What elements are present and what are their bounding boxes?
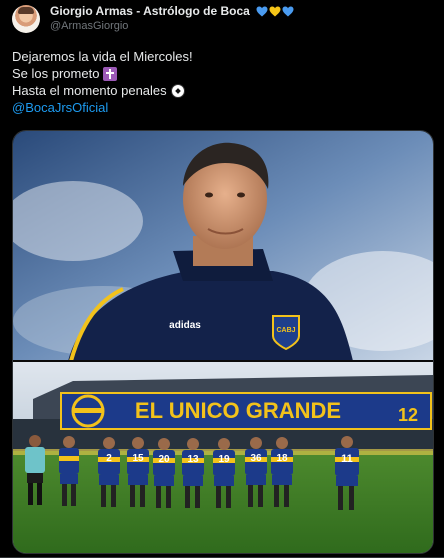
coach-portrait-photo: CABJ adidas [13,131,433,362]
author-name-row: Giorgio Armas - Astrólogo de Boca [50,4,294,18]
author-avatar[interactable] [12,5,40,33]
tweet-card[interactable]: Giorgio Armas - Astrólogo de Boca @Armas… [0,0,444,558]
shirt-number-5: 19 [218,454,230,465]
tweet-line-1: Dejaremos la vida el Miercoles! [12,48,193,65]
tweet-line-2: Se los prometo [12,65,193,82]
jacket-brand-text: adidas [169,320,201,331]
latin-cross-icon [103,66,118,81]
tweet-line-3-text: Hasta el momento penales [12,83,167,98]
tweet-line-2-text: Se los prometo [12,66,100,81]
banner-text: EL UNICO GRANDE [135,398,341,423]
crest-text: CABJ [276,327,295,334]
shirt-number-1: 2 [106,453,112,464]
tweet-line-4: @BocaJrsOficial [12,99,193,116]
shirt-number-2: 15 [132,453,144,464]
name-emojis [256,6,294,17]
shirt-number-8: 11 [341,453,353,465]
shirt-number-7: 18 [276,453,288,464]
author-handle[interactable]: @ArmasGiorgio [50,20,128,32]
mention-link[interactable]: @BocaJrsOficial [12,99,108,116]
media-collage: CABJ adidas EL UNICO GRANDE 12 2 15 20 1… [13,131,433,553]
stadium-team-photo: EL UNICO GRANDE 12 2 15 20 13 19 36 18 1… [13,361,433,553]
soccer-ball-icon [170,83,185,98]
tweet-line-1-text: Dejaremos la vida el Miercoles! [12,49,193,64]
shirt-number-3: 20 [158,454,170,465]
banner-number: 12 [398,405,418,425]
blue-heart-icon [282,6,294,16]
tweet-text: Dejaremos la vida el Miercoles! Se los p… [12,48,193,116]
blue-heart-icon [256,6,268,16]
shirt-number-4: 13 [187,454,199,465]
shirt-number-6: 36 [250,453,262,464]
tweet-line-3: Hasta el momento penales [12,82,193,99]
yellow-heart-icon [269,6,281,16]
author-display-name[interactable]: Giorgio Armas - Astrólogo de Boca [50,4,250,18]
tweet-media-image[interactable]: CABJ adidas EL UNICO GRANDE 12 2 15 20 1… [12,130,434,554]
